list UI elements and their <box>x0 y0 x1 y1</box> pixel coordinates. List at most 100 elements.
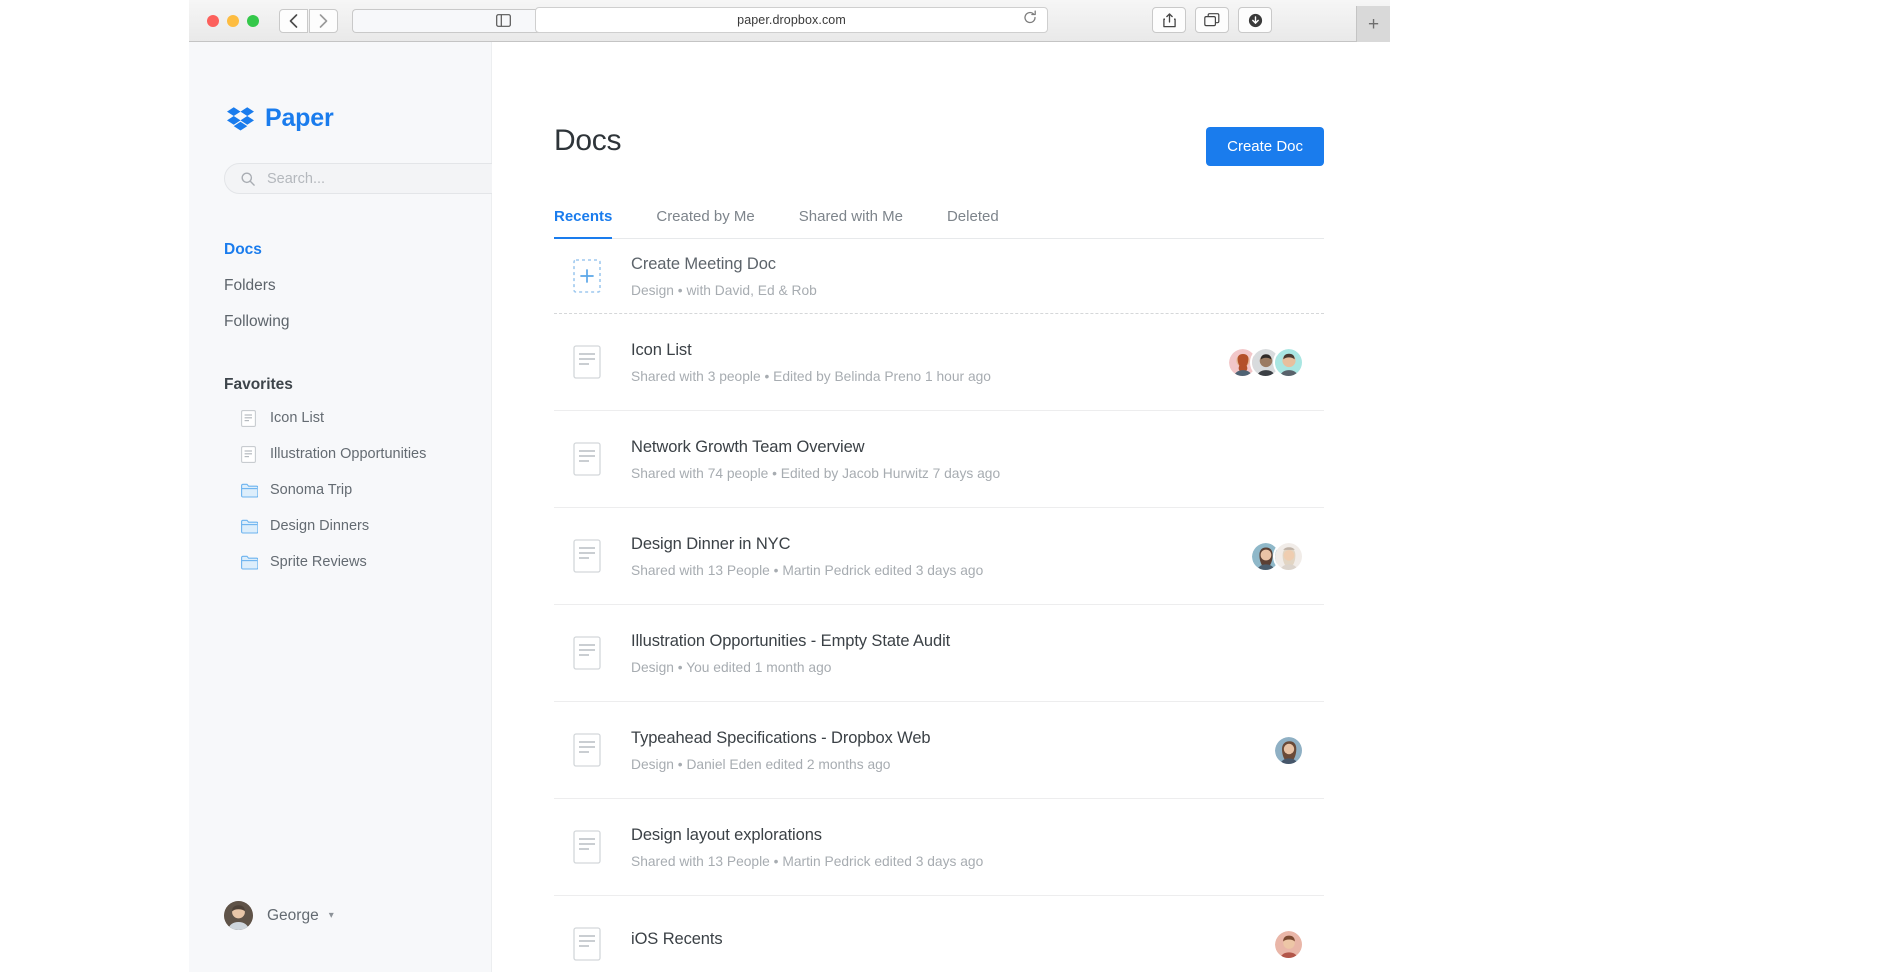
back-button[interactable] <box>279 9 308 33</box>
search-box[interactable] <box>224 163 524 194</box>
url-text: paper.dropbox.com <box>737 13 846 27</box>
address-bar[interactable]: paper.dropbox.com <box>535 7 1048 33</box>
collaborator-avatars <box>1250 541 1304 572</box>
search-icon <box>241 172 255 186</box>
doc-row-text: iOS Recents <box>631 930 1273 958</box>
doc-row-text: Typeahead Specifications - Dropbox Web D… <box>631 729 1273 772</box>
doc-title: Design layout explorations <box>631 826 1324 845</box>
page-title: Docs <box>554 124 621 158</box>
doc-title: Illustration Opportunities - Empty State… <box>631 632 1324 651</box>
doc-row-text: Icon List Shared with 3 people • Edited … <box>631 341 1227 384</box>
tab-label: Deleted <box>947 208 999 225</box>
tab-label: Created by Me <box>656 208 754 225</box>
doc-subtitle: Design • Daniel Eden edited 2 months ago <box>631 757 1273 772</box>
collaborator-avatars <box>1227 347 1304 378</box>
doc-list: Create Meeting Doc Design • with David, … <box>554 239 1324 972</box>
doc-row-text: Design Dinner in NYC Shared with 13 Peop… <box>631 535 1250 578</box>
tab-shared-with-me[interactable]: Shared with Me <box>799 208 903 238</box>
browser-window: paper.dropbox.com <box>189 0 1390 972</box>
share-button[interactable] <box>1152 7 1186 33</box>
doc-row-icon-list[interactable]: Icon List Shared with 3 people • Edited … <box>554 314 1324 411</box>
avatar[interactable] <box>1273 735 1304 766</box>
zoom-window-button[interactable] <box>247 15 259 27</box>
tabs-overview-icon <box>1204 13 1220 27</box>
collaborator-avatars <box>1273 929 1304 960</box>
doc-row-create-meeting[interactable]: Create Meeting Doc Design • with David, … <box>554 239 1324 314</box>
doc-title: Typeahead Specifications - Dropbox Web <box>631 729 1273 748</box>
doc-row-text: Network Growth Team Overview Shared with… <box>631 438 1324 481</box>
chevron-left-icon <box>289 14 298 28</box>
chevron-down-icon: ▾ <box>329 910 334 921</box>
dropbox-logo-icon <box>227 107 254 131</box>
new-tab-button[interactable]: + <box>1356 6 1390 42</box>
favorite-item-design-dinners[interactable]: Design Dinners <box>241 508 491 544</box>
doc-row-typeahead-specifications[interactable]: Typeahead Specifications - Dropbox Web D… <box>554 702 1324 799</box>
doc-row-design-layout-explorations[interactable]: Design layout explorations Shared with 1… <box>554 799 1324 896</box>
sidebar-item-docs[interactable]: Docs <box>224 232 491 268</box>
document-icon <box>571 634 603 672</box>
avatar[interactable] <box>1273 929 1304 960</box>
avatar[interactable] <box>1273 347 1304 378</box>
minimize-window-button[interactable] <box>227 15 239 27</box>
collaborator-avatars <box>1273 735 1304 766</box>
favorite-item-label: Sprite Reviews <box>270 554 367 570</box>
reload-icon <box>1023 11 1037 25</box>
brand-logo[interactable]: Paper <box>227 104 491 133</box>
favorite-item-sprite-reviews[interactable]: Sprite Reviews <box>241 544 491 580</box>
forward-button[interactable] <box>309 9 338 33</box>
sidebar-item-label: Folders <box>224 277 276 294</box>
favorite-item-illustration-opportunities[interactable]: Illustration Opportunities <box>241 436 491 472</box>
doc-row-network-growth[interactable]: Network Growth Team Overview Shared with… <box>554 411 1324 508</box>
sidebar-item-following[interactable]: Following <box>224 304 491 340</box>
downloads-button[interactable] <box>1238 7 1272 33</box>
document-icon <box>571 537 603 575</box>
window-traffic-lights <box>207 15 259 27</box>
close-window-button[interactable] <box>207 15 219 27</box>
doc-row-design-dinner[interactable]: Design Dinner in NYC Shared with 13 Peop… <box>554 508 1324 605</box>
reload-button[interactable] <box>1023 11 1037 30</box>
tab-overview-button[interactable] <box>1195 7 1229 33</box>
create-doc-button[interactable]: Create Doc <box>1206 127 1324 166</box>
sidebar-nav: Docs Folders Following <box>224 232 491 340</box>
content-header: Docs Create Doc <box>554 124 1324 166</box>
sidebar: Paper Docs Folde <box>189 42 492 972</box>
user-menu[interactable]: George ▾ <box>189 901 334 930</box>
browser-toolbar: paper.dropbox.com <box>189 0 1390 42</box>
favorites-list: Icon List Illustration Opportunities <box>241 400 491 580</box>
create-plus-icon <box>571 257 603 295</box>
favorite-item-icon-list[interactable]: Icon List <box>241 400 491 436</box>
doc-row-illustration-opportunities[interactable]: Illustration Opportunities - Empty State… <box>554 605 1324 702</box>
doc-title: Design Dinner in NYC <box>631 535 1250 554</box>
search-input[interactable] <box>267 171 477 187</box>
chevron-right-icon <box>319 14 328 28</box>
favorite-item-sonoma-trip[interactable]: Sonoma Trip <box>241 472 491 508</box>
tab-recents[interactable]: Recents <box>554 208 612 238</box>
app-container: Paper Docs Folde <box>189 42 1390 972</box>
doc-subtitle: Shared with 3 people • Edited by Belinda… <box>631 369 1227 384</box>
doc-row-text: Create Meeting Doc Design • with David, … <box>631 255 1324 298</box>
avatar[interactable] <box>1273 541 1304 572</box>
doc-title: Create Meeting Doc <box>631 255 1324 274</box>
sidebar-item-folders[interactable]: Folders <box>224 268 491 304</box>
doc-row-ios-recents[interactable]: iOS Recents <box>554 896 1324 972</box>
favorite-item-label: Illustration Opportunities <box>270 446 426 462</box>
favorite-item-label: Icon List <box>270 410 324 426</box>
avatar <box>224 901 253 930</box>
doc-subtitle: Shared with 74 people • Edited by Jacob … <box>631 466 1324 481</box>
page-root: paper.dropbox.com <box>0 0 1890 972</box>
folder-icon <box>241 553 258 571</box>
tab-deleted[interactable]: Deleted <box>947 208 999 238</box>
doc-subtitle: Shared with 13 People • Martin Pedrick e… <box>631 563 1250 578</box>
document-icon <box>571 828 603 866</box>
doc-row-text: Illustration Opportunities - Empty State… <box>631 632 1324 675</box>
doc-subtitle: Design • You edited 1 month ago <box>631 660 1324 675</box>
doc-title: Network Growth Team Overview <box>631 438 1324 457</box>
doc-title: Icon List <box>631 341 1227 360</box>
document-icon <box>571 440 603 478</box>
document-icon <box>241 445 258 463</box>
sidebar-item-label: Docs <box>224 241 262 258</box>
doc-subtitle: Shared with 13 People • Martin Pedrick e… <box>631 854 1324 869</box>
tab-created-by-me[interactable]: Created by Me <box>656 208 754 238</box>
folder-icon <box>241 517 258 535</box>
share-icon <box>1163 13 1176 28</box>
